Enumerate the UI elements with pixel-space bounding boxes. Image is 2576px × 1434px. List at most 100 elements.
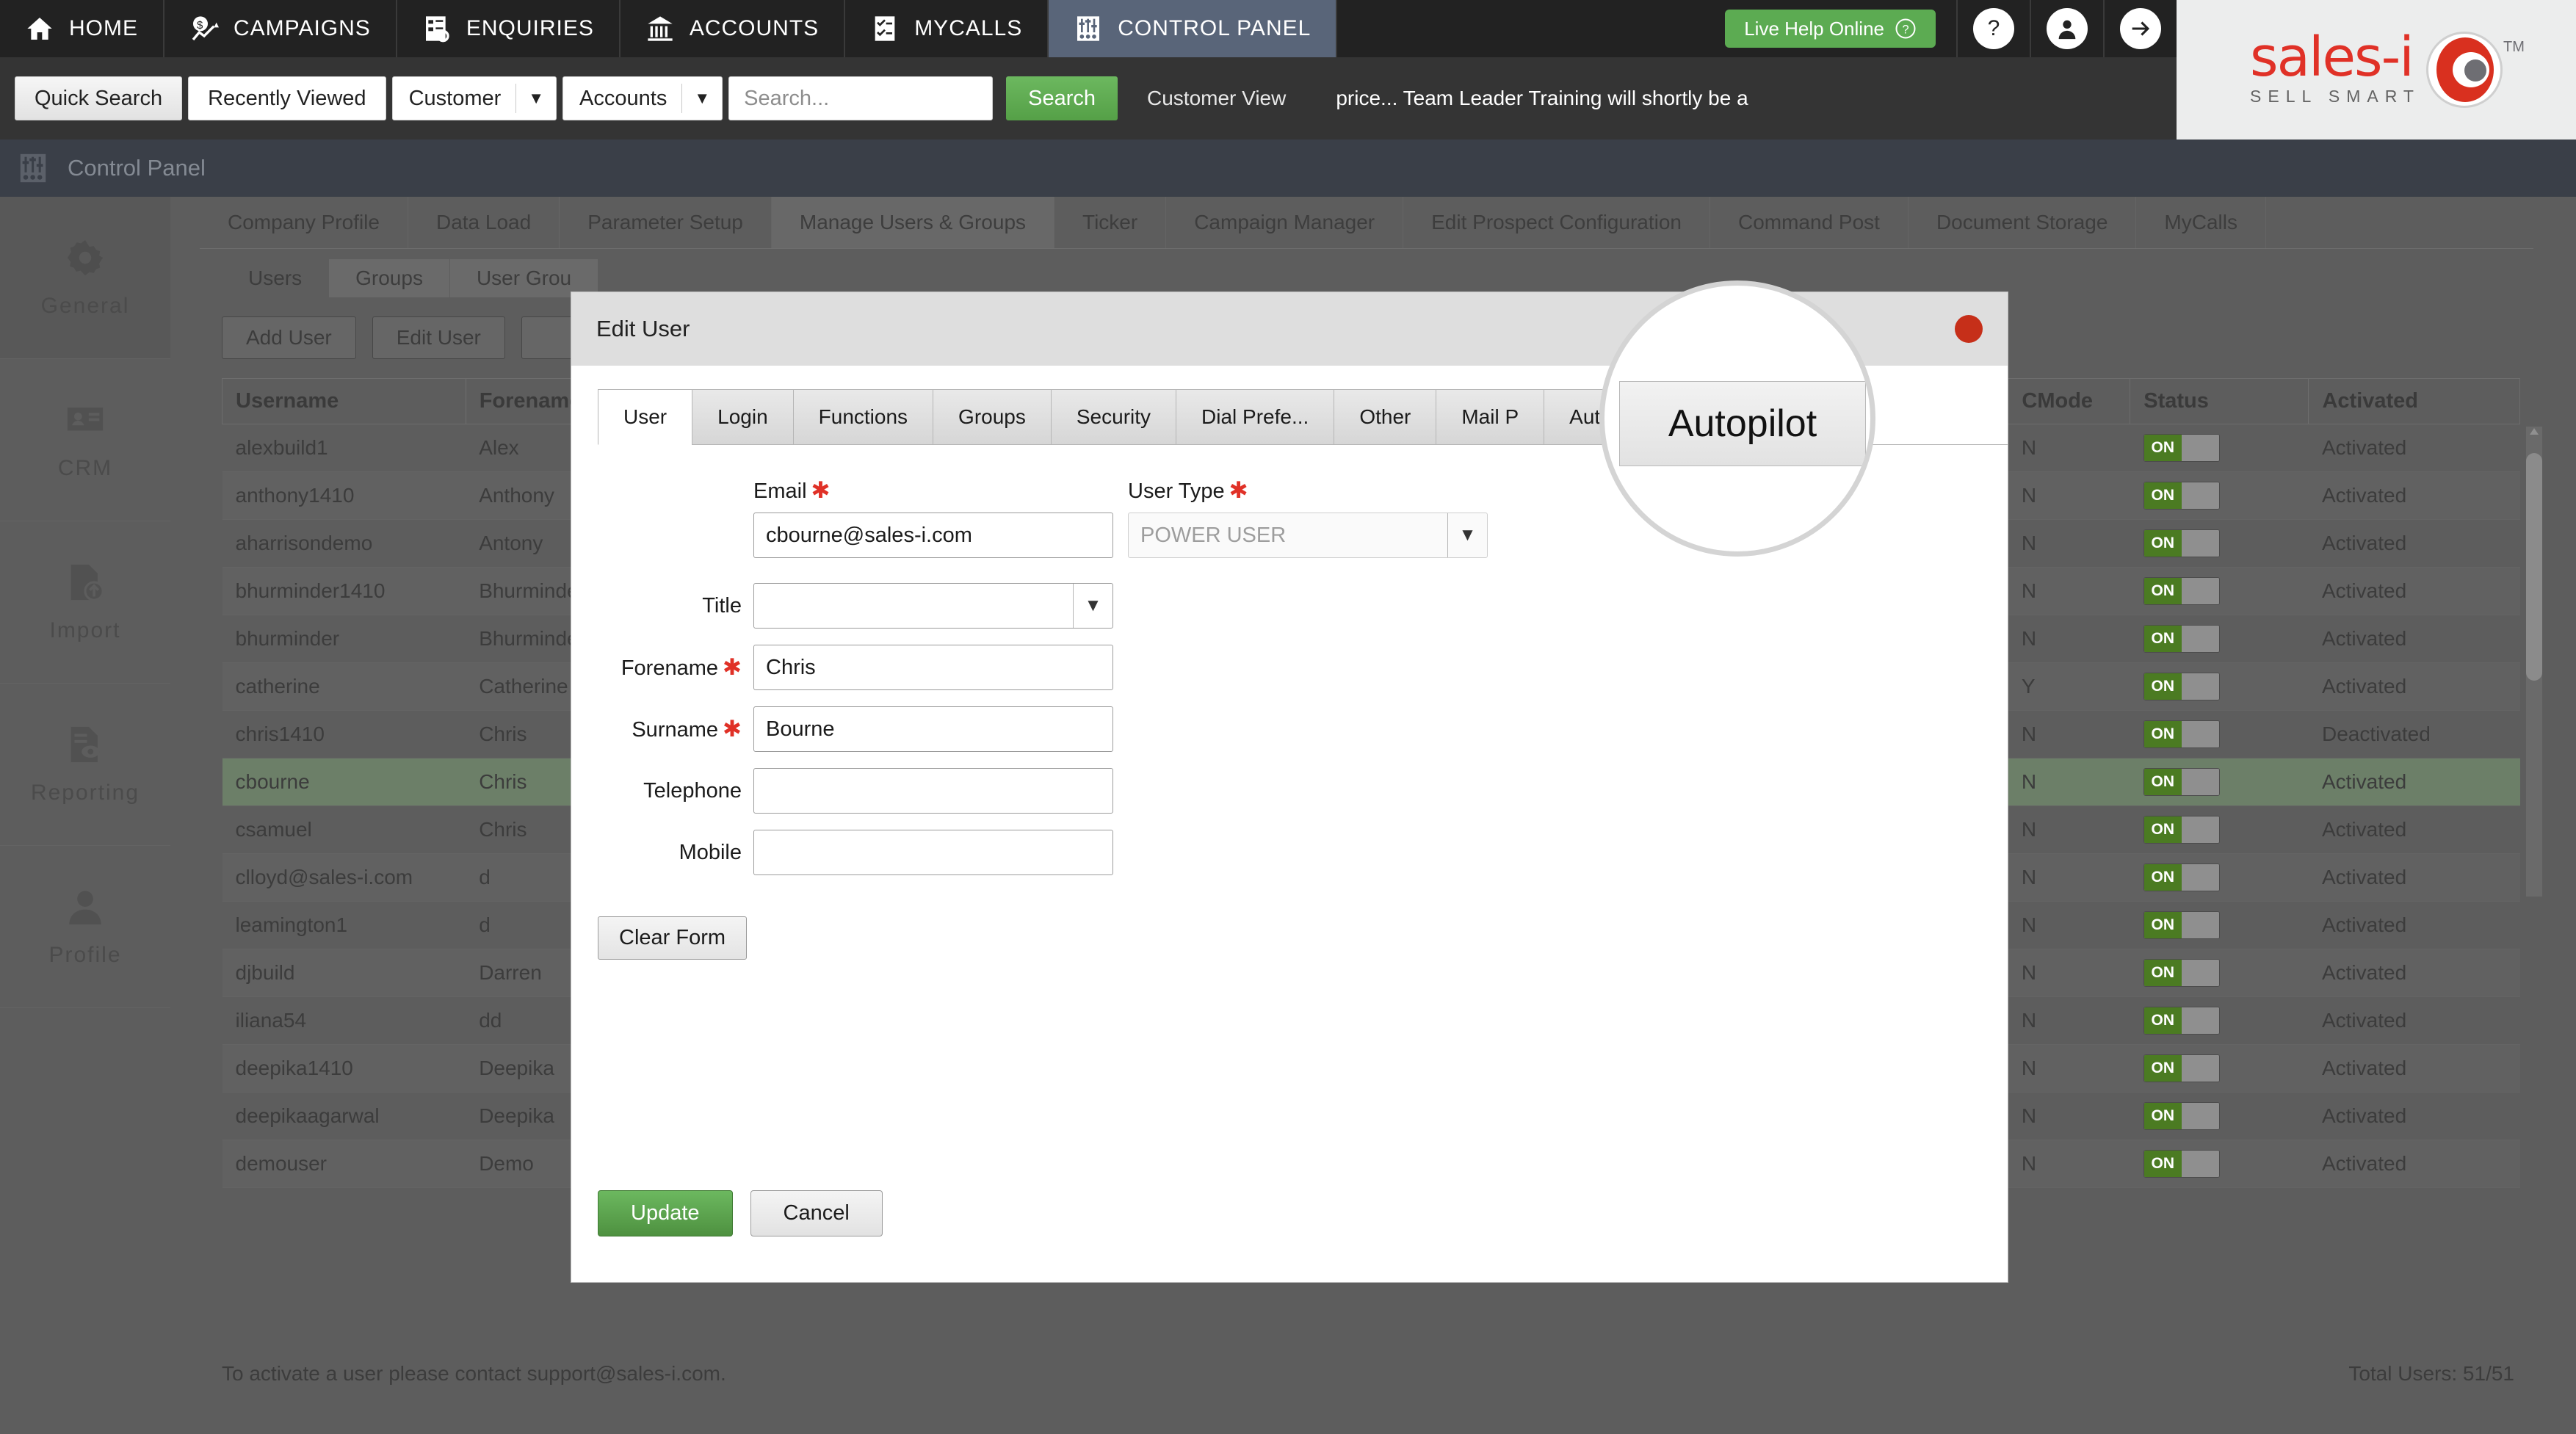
status-toggle[interactable]: ON xyxy=(2143,1150,2220,1178)
nav-item-home[interactable]: HOME xyxy=(0,0,164,57)
modal-tab-security[interactable]: Security xyxy=(1050,389,1176,444)
tab-company-profile[interactable]: Company Profile xyxy=(200,197,408,248)
tab-document-storage[interactable]: Document Storage xyxy=(1909,197,2137,248)
status-toggle[interactable]: ON xyxy=(2143,863,2220,891)
scroll-up-arrow-icon[interactable] xyxy=(2530,428,2539,435)
nav-item-mycalls[interactable]: MYCALLS xyxy=(845,0,1049,57)
cancel-button[interactable]: Cancel xyxy=(750,1190,883,1236)
update-button[interactable]: Update xyxy=(598,1190,733,1236)
logout-arrow-icon xyxy=(2120,8,2161,49)
tab-parameter-setup[interactable]: Parameter Setup xyxy=(560,197,772,248)
logo-tagline: SELL SMART xyxy=(2250,86,2420,106)
search-scope-type-select[interactable]: Customer ▼ xyxy=(391,76,557,120)
svg-text:?: ? xyxy=(1902,23,1909,36)
forename-field[interactable]: Chris xyxy=(753,645,1113,690)
status-toggle[interactable]: ON xyxy=(2143,720,2220,748)
col-username[interactable]: Username xyxy=(222,378,466,424)
modal-tab-mail-preferences[interactable]: Mail P xyxy=(1436,389,1544,444)
status-toggle[interactable]: ON xyxy=(2143,577,2220,605)
account-button[interactable] xyxy=(2030,0,2103,57)
nav-label-control-panel: CONTROL PANEL xyxy=(1118,16,1311,40)
chevron-down-icon: ▼ xyxy=(1447,513,1487,557)
surname-field[interactable]: Bourne xyxy=(753,706,1113,752)
mobile-field[interactable] xyxy=(753,830,1113,875)
sidebar-item-profile[interactable]: Profile xyxy=(0,846,170,1008)
modal-tab-other[interactable]: Other xyxy=(1334,389,1436,444)
sidebar-item-import[interactable]: Import xyxy=(0,521,170,684)
customer-view-link[interactable]: Customer View xyxy=(1147,87,1286,110)
status-toggle[interactable]: ON xyxy=(2143,1007,2220,1035)
telephone-field[interactable] xyxy=(753,768,1113,814)
modal-tab-groups[interactable]: Groups xyxy=(933,389,1051,444)
status-toggle[interactable]: ON xyxy=(2143,673,2220,700)
required-marker: ✱ xyxy=(1229,477,1248,503)
quick-search-button[interactable]: Quick Search xyxy=(15,76,183,120)
status-toggle[interactable]: ON xyxy=(2143,768,2220,796)
sidebar-item-crm[interactable]: CRM xyxy=(0,359,170,521)
user-type-select[interactable]: POWER USER ▼ xyxy=(1128,513,1488,558)
status-toggle[interactable]: ON xyxy=(2143,529,2220,557)
status-toggle-track xyxy=(2181,435,2219,461)
col-activated[interactable]: Activated xyxy=(2308,378,2520,424)
add-user-button[interactable]: Add User xyxy=(222,316,356,359)
sub-tab-groups[interactable]: Groups xyxy=(329,259,450,297)
status-toggle[interactable]: ON xyxy=(2143,434,2220,462)
status-toggle[interactable]: ON xyxy=(2143,911,2220,939)
magnified-autopilot-tab[interactable]: Autopilot xyxy=(1619,381,1866,466)
modal-tab-login[interactable]: Login xyxy=(692,389,793,444)
news-ticker: price... Team Leader Training will short… xyxy=(1336,87,1748,109)
scrollbar-thumb[interactable] xyxy=(2526,453,2542,681)
table-scrollbar[interactable] xyxy=(2526,427,2542,897)
search-submit-button[interactable]: Search xyxy=(1006,76,1118,120)
tab-mycalls[interactable]: MyCalls xyxy=(2136,197,2266,248)
search-input[interactable]: Search... xyxy=(728,76,994,120)
sales-i-logo: sales-i SELL SMART TM xyxy=(2177,0,2576,140)
nav-item-control-panel[interactable]: CONTROL PANEL xyxy=(1049,0,1338,57)
col-status[interactable]: Status xyxy=(2130,378,2309,424)
status-toggle[interactable]: ON xyxy=(2143,625,2220,653)
telephone-row: Telephone xyxy=(598,768,2008,814)
status-toggle-track xyxy=(2181,1007,2219,1034)
email-field[interactable]: cbourne@sales-i.com xyxy=(753,513,1113,558)
tab-command-post[interactable]: Command Post xyxy=(1710,197,1909,248)
status-toggle[interactable]: ON xyxy=(2143,959,2220,987)
tab-campaign-manager[interactable]: Campaign Manager xyxy=(1166,197,1404,248)
help-button[interactable]: ? xyxy=(1956,0,2030,57)
telephone-label: Telephone xyxy=(643,778,742,803)
tab-ticker[interactable]: Ticker xyxy=(1054,197,1167,248)
required-marker: ✱ xyxy=(723,716,742,742)
edit-user-button[interactable]: Edit User xyxy=(372,316,505,359)
status-toggle[interactable]: ON xyxy=(2143,816,2220,844)
status-cell: ON xyxy=(2130,567,2309,615)
status-cell: ON xyxy=(2130,1140,2309,1188)
live-help-button[interactable]: Live Help Online ? xyxy=(1725,10,1936,48)
modal-tab-functions[interactable]: Functions xyxy=(792,389,933,444)
tab-edit-prospect-configuration[interactable]: Edit Prospect Configuration xyxy=(1403,197,1710,248)
nav-item-enquiries[interactable]: ENQUIRIES xyxy=(397,0,621,57)
cmode-cell: N xyxy=(2008,424,2130,472)
cmode-cell: N xyxy=(2008,949,2130,997)
modal-tab-user[interactable]: User xyxy=(598,389,692,445)
status-toggle[interactable]: ON xyxy=(2143,1054,2220,1082)
nav-item-accounts[interactable]: ACCOUNTS xyxy=(621,0,846,57)
control-panel-tabs: Company Profile Data Load Parameter Setu… xyxy=(200,197,2576,248)
sub-tab-users[interactable]: Users xyxy=(222,259,330,297)
nav-item-campaigns[interactable]: $ CAMPAIGNS xyxy=(164,0,397,57)
search-scope-entity-select[interactable]: Accounts ▼ xyxy=(562,76,723,120)
status-toggle-label: ON xyxy=(2143,673,2182,700)
close-icon[interactable] xyxy=(1955,315,1983,343)
sidebar-item-general[interactable]: General xyxy=(0,197,170,359)
forename-label: Forename ✱ xyxy=(621,654,742,680)
status-toggle[interactable]: ON xyxy=(2143,1102,2220,1130)
sidebar-item-reporting[interactable]: Reporting xyxy=(0,684,170,846)
title-select[interactable]: ▼ xyxy=(753,583,1113,629)
status-toggle[interactable]: ON xyxy=(2143,482,2220,510)
recently-viewed-button[interactable]: Recently Viewed xyxy=(188,76,386,120)
tab-data-load[interactable]: Data Load xyxy=(408,197,560,248)
tab-manage-users-groups[interactable]: Manage Users & Groups xyxy=(771,197,1055,248)
logout-button[interactable] xyxy=(2103,0,2177,57)
col-cmode[interactable]: CMode xyxy=(2008,378,2131,424)
modal-tab-dial-preferences[interactable]: Dial Prefe... xyxy=(1176,389,1334,444)
clear-form-button[interactable]: Clear Form xyxy=(598,916,748,960)
cmode-cell: N xyxy=(2008,519,2130,568)
